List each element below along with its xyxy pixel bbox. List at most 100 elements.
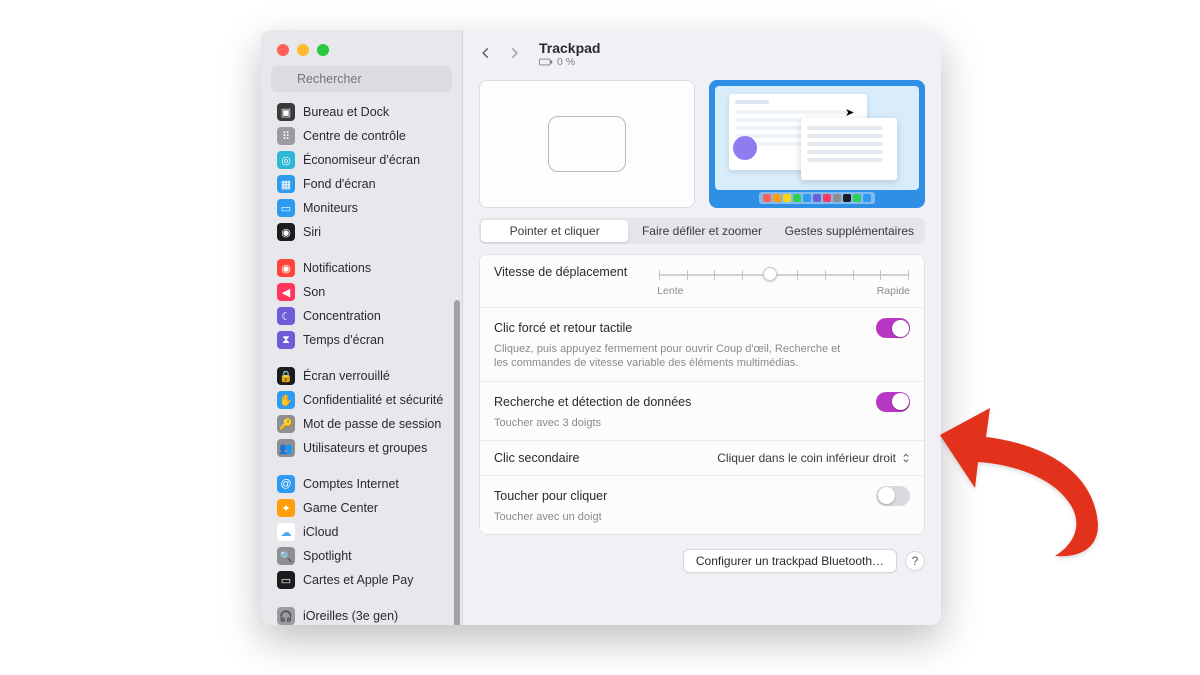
minimize-icon[interactable] <box>297 44 309 56</box>
scrollbar-thumb[interactable] <box>454 300 460 625</box>
sidebar-item[interactable]: ▦ Fond d'écran <box>269 172 454 196</box>
search-input[interactable] <box>271 66 452 92</box>
sidebar-item-icon: 🔍 <box>277 547 295 565</box>
sidebar-item[interactable]: ▭ Cartes et Apple Pay <box>269 568 454 592</box>
sidebar-item[interactable]: ◉Siri <box>269 220 454 244</box>
force-click-desc: Cliquez, puis appuyez fermement pour ouv… <box>494 342 854 371</box>
slider-slow-label: Lente <box>657 285 683 297</box>
sidebar-item[interactable]: ◀ Son <box>269 280 454 304</box>
sidebar-item-icon: ☾ <box>277 307 295 325</box>
tap-to-click-toggle[interactable] <box>876 486 910 506</box>
trackpad-icon <box>548 116 626 172</box>
tap-to-click-label: Toucher pour cliquer <box>494 489 607 503</box>
sidebar-item-icon: 🔑 <box>277 415 295 433</box>
trackpad-preview <box>479 80 695 208</box>
sidebar-item[interactable]: @ Comptes Internet <box>269 472 454 496</box>
row-secondary-click: Clic secondaire Cliquer dans le coin inf… <box>480 441 924 476</box>
sidebar-item-label: iOreilles (3e gen) <box>303 609 398 623</box>
sidebar-item-label: Bureau et Dock <box>303 105 389 119</box>
sidebar-item-label: Spotlight <box>303 549 352 563</box>
sidebar-item-label: Économiseur d'écran <box>303 153 420 167</box>
sidebar-item[interactable]: ⠿ Centre de contrôle <box>269 124 454 148</box>
sidebar-item-icon: ✦ <box>277 499 295 517</box>
sidebar-item[interactable]: 🔍 Spotlight <box>269 544 454 568</box>
sidebar-item-icon: ⠿ <box>277 127 295 145</box>
zoom-icon[interactable] <box>317 44 329 56</box>
tap-to-click-desc: Toucher avec un doigt <box>494 510 854 524</box>
sidebar-item[interactable]: ▭Moniteurs <box>269 196 454 220</box>
row-tracking-speed: Vitesse de déplacement Lente Rapide <box>480 255 924 308</box>
sidebar-item-icon: ✋ <box>277 391 295 409</box>
settings-panel: Vitesse de déplacement Lente Rapide Clic <box>479 254 925 535</box>
back-button[interactable] <box>477 42 495 67</box>
sidebar-item[interactable]: ☾ Concentration <box>269 304 454 328</box>
preview-dock <box>759 192 875 204</box>
sidebar-item-icon: ▦ <box>277 175 295 193</box>
row-lookup: Recherche et détection de données Touche… <box>480 382 924 441</box>
sidebar-item-label: Comptes Internet <box>303 477 399 491</box>
force-click-label: Clic forcé et retour tactile <box>494 321 632 335</box>
sidebar-list[interactable]: ▣ Bureau et Dock ⠿ Centre de contrôle ◎ Écono… <box>261 100 462 625</box>
tab-point-click[interactable]: Pointer et cliquer <box>481 220 628 242</box>
system-settings-window: ▣ Bureau et Dock ⠿ Centre de contrôle ◎ Écono… <box>261 30 941 625</box>
sidebar-item-icon: @ <box>277 475 295 493</box>
tracking-speed-slider[interactable] <box>659 265 908 285</box>
sidebar-item[interactable]: 👥Utilisateurs et groupes <box>269 436 454 460</box>
configure-bluetooth-button[interactable]: Configurer un trackpad Bluetooth… <box>683 549 897 573</box>
sidebar: ▣ Bureau et Dock ⠿ Centre de contrôle ◎ Écono… <box>261 30 463 625</box>
help-button[interactable]: ? <box>905 551 925 571</box>
close-icon[interactable] <box>277 44 289 56</box>
sidebar-item-icon: ☁ <box>277 523 295 541</box>
lookup-desc: Toucher avec 3 doigts <box>494 416 854 430</box>
sidebar-item-icon: 🔒 <box>277 367 295 385</box>
sidebar-item[interactable]: ✦ Game Center <box>269 496 454 520</box>
sidebar-item-label: Fond d'écran <box>303 177 376 191</box>
sidebar-item-label: Concentration <box>303 309 381 323</box>
sidebar-item-icon: ▭ <box>277 571 295 589</box>
sidebar-item-icon: ◉ <box>277 259 295 277</box>
sidebar-item[interactable]: ◎ Économiseur d'écran <box>269 148 454 172</box>
sidebar-scrollbar[interactable] <box>452 120 462 625</box>
row-tap-to-click: Toucher pour cliquer Toucher avec un doi… <box>480 476 924 534</box>
tab-more-gestures[interactable]: Gestes supplémentaires <box>776 220 923 242</box>
sidebar-item-icon: ◎ <box>277 151 295 169</box>
secondary-click-label: Clic secondaire <box>494 451 579 465</box>
sidebar-item-label: Mot de passe de session <box>303 417 441 431</box>
sidebar-item[interactable]: 🎧 iOreilles (3e gen) <box>269 604 454 625</box>
gesture-preview: ➤ <box>709 80 925 208</box>
sidebar-item-label: Temps d'écran <box>303 333 384 347</box>
sidebar-item-label: Centre de contrôle <box>303 129 406 143</box>
sidebar-item-icon: ◀ <box>277 283 295 301</box>
force-click-toggle[interactable] <box>876 318 910 338</box>
lookup-toggle[interactable] <box>876 392 910 412</box>
sidebar-item-icon: 🎧 <box>277 607 295 625</box>
sidebar-item[interactable]: ⧗ Temps d'écran <box>269 328 454 352</box>
sidebar-item-label: Son <box>303 285 325 299</box>
row-force-click: Clic forcé et retour tactile Cliquez, pu… <box>480 308 924 382</box>
sidebar-item[interactable]: ▣ Bureau et Dock <box>269 100 454 124</box>
sidebar-item-label: Confidentialité et sécurité <box>303 393 443 407</box>
slider-thumb[interactable] <box>763 267 777 281</box>
sidebar-item-label: Siri <box>303 225 321 239</box>
sidebar-item-label: Game Center <box>303 501 378 515</box>
slider-fast-label: Rapide <box>877 285 910 297</box>
sidebar-item-icon: ⧗ <box>277 331 295 349</box>
sidebar-item-icon: ▣ <box>277 103 295 121</box>
sidebar-item[interactable]: 🔑 Mot de passe de session <box>269 412 454 436</box>
sidebar-item-icon: 👥 <box>277 439 295 457</box>
forward-button[interactable] <box>505 42 523 67</box>
sidebar-item[interactable]: 🔒Écran verrouillé <box>269 364 454 388</box>
tracking-speed-label: Vitesse de déplacement <box>494 265 627 279</box>
tab-bar: Pointer et cliquer Faire défiler et zoom… <box>479 218 925 244</box>
sidebar-item-label: iCloud <box>303 525 338 539</box>
sidebar-item[interactable]: ✋ Confidentialité et sécurité <box>269 388 454 412</box>
secondary-click-dropdown[interactable]: Cliquer dans le coin inférieur droit <box>717 451 910 465</box>
sidebar-item[interactable]: ☁ iCloud <box>269 520 454 544</box>
battery-status: 0 % <box>539 56 600 68</box>
main-pane: Trackpad 0 % ➤ Pointer et cliquer <box>463 30 941 625</box>
sidebar-item[interactable]: ◉Notifications <box>269 256 454 280</box>
sidebar-item-label: Cartes et Apple Pay <box>303 573 413 587</box>
tab-scroll-zoom[interactable]: Faire défiler et zoomer <box>628 220 775 242</box>
page-title: Trackpad <box>539 40 600 56</box>
sidebar-item-icon: ▭ <box>277 199 295 217</box>
